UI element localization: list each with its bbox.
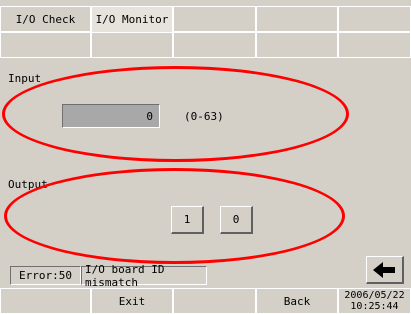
tab-io-monitor[interactable]: I/O Monitor — [91, 6, 173, 32]
back-arrow-button[interactable] — [366, 256, 404, 284]
footer-empty-3 — [173, 288, 256, 314]
time-text: 10:25:44 — [350, 301, 399, 312]
input-highlight-ellipse — [2, 66, 349, 162]
exit-button-label: Exit — [118, 294, 146, 308]
tab-row2-4 — [256, 32, 338, 58]
input-section-label: Input — [8, 72, 42, 85]
tab-empty-4 — [256, 6, 338, 32]
tab-row2-2 — [91, 32, 173, 58]
left-arrow-icon — [372, 261, 395, 278]
output-button-1-label: 1 — [183, 213, 191, 226]
input-value: 0 — [146, 109, 153, 123]
tab-io-check[interactable]: I/O Check — [0, 6, 91, 32]
output-button-1[interactable]: 1 — [171, 206, 204, 234]
tab-row2-3 — [173, 32, 256, 58]
output-button-0-label: 0 — [232, 213, 240, 226]
tab-io-monitor-label: I/O Monitor — [95, 13, 169, 26]
datetime-display: 2006/05/22 10:25:44 — [338, 288, 411, 314]
tab-empty-5 — [338, 6, 411, 32]
output-section-label: Output — [8, 178, 48, 191]
back-button[interactable]: Back — [256, 288, 338, 314]
exit-button[interactable]: Exit — [91, 288, 173, 314]
error-message: I/O board ID mismatch — [85, 262, 165, 289]
back-button-label: Back — [283, 294, 311, 308]
tab-empty-3 — [173, 6, 256, 32]
input-range-label: (0-63) — [184, 110, 224, 123]
error-code-field: Error:50 — [10, 266, 81, 285]
error-code: Error:50 — [19, 269, 72, 282]
tab-row2-1 — [0, 32, 91, 58]
output-button-0[interactable]: 0 — [220, 206, 253, 234]
tab-row2-5 — [338, 32, 411, 58]
error-message-field: I/O board ID mismatch — [81, 263, 207, 289]
footer-empty-1 — [0, 288, 91, 314]
tab-io-check-label: I/O Check — [15, 12, 76, 26]
date-text: 2006/05/22 — [344, 290, 405, 301]
input-value-field[interactable]: 0 — [62, 104, 160, 128]
